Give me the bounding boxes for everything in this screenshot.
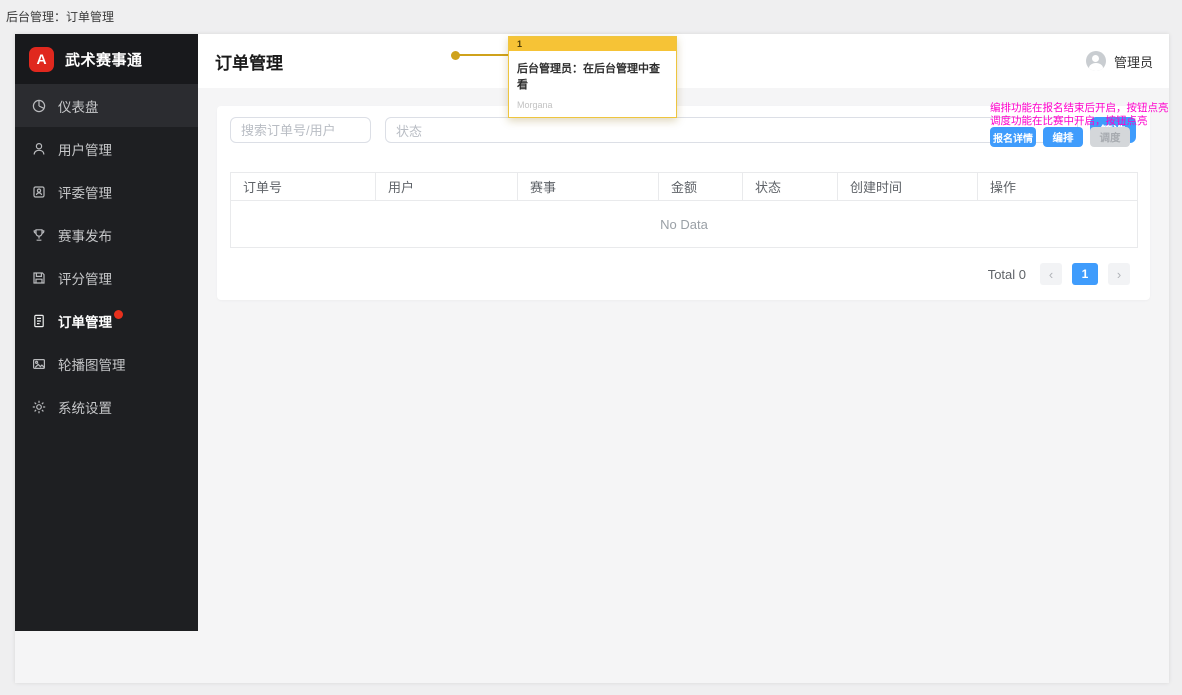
annotation-connector-line <box>459 54 508 56</box>
page-title: 订单管理 <box>215 49 283 74</box>
dashboard-icon <box>31 98 47 114</box>
sidebar-menu: 仪表盘 用户管理 评委管理 赛事发布 <box>15 84 198 428</box>
row-action-buttons: 报名详情 编排 调度 <box>990 127 1130 147</box>
annotation-text: 后台管理员：在后台管理中查看 <box>509 51 676 92</box>
column-header-actions: 操作 <box>978 173 1137 200</box>
pagination-page-1[interactable]: 1 <box>1072 263 1098 285</box>
sidebar-item-settings[interactable]: 系统设置 <box>15 385 198 428</box>
image-icon <box>31 356 47 372</box>
sidebar: A 武术赛事通 仪表盘 用户管理 评委管理 <box>15 34 198 631</box>
breadcrumb: 后台管理：订单管理 <box>6 8 114 25</box>
gear-icon <box>31 399 47 415</box>
dispatch-button[interactable]: 调度 <box>1090 127 1130 147</box>
column-header-user: 用户 <box>376 173 518 200</box>
column-header-order-no: 订单号 <box>231 173 376 200</box>
orders-card: 状态 筛选 订单号 用户 赛事 金额 状态 创建时间 操作 No Data 编排… <box>217 106 1150 300</box>
pagination: Total 0 ‹ 1 › <box>988 263 1130 285</box>
sidebar-item-judges[interactable]: 评委管理 <box>15 170 198 213</box>
pagination-total: Total 0 <box>988 267 1026 282</box>
annotation-note: 1 后台管理员：在后台管理中查看 Morgana <box>508 36 677 118</box>
order-document-icon <box>31 313 47 329</box>
logo-icon: A <box>29 47 54 72</box>
judge-badge-icon <box>31 184 47 200</box>
empty-state-text: No Data <box>231 217 1137 232</box>
action-note-line1: 编排功能在报名结束后开启，按钮点亮 <box>990 102 1150 115</box>
header-bar: 订单管理 管理员 <box>198 34 1169 88</box>
sidebar-item-label: 评委管理 <box>58 182 112 202</box>
sidebar-item-label: 用户管理 <box>58 139 112 159</box>
sidebar-item-label: 轮播图管理 <box>58 354 126 374</box>
save-icon <box>31 270 47 286</box>
sidebar-item-scores[interactable]: 评分管理 <box>15 256 198 299</box>
sidebar-item-users[interactable]: 用户管理 <box>15 127 198 170</box>
app-window: A 武术赛事通 仪表盘 用户管理 评委管理 <box>15 34 1169 683</box>
orders-table: 订单号 用户 赛事 金额 状态 创建时间 操作 No Data <box>230 172 1138 248</box>
notification-dot <box>114 310 123 319</box>
registration-detail-button[interactable]: 报名详情 <box>990 127 1036 147</box>
sidebar-item-label: 仪表盘 <box>58 96 99 116</box>
sidebar-item-orders[interactable]: 订单管理 <box>15 299 198 342</box>
annotation-author: Morgana <box>517 100 553 110</box>
sidebar-item-carousel[interactable]: 轮播图管理 <box>15 342 198 385</box>
arrange-button[interactable]: 编排 <box>1043 127 1083 147</box>
search-input[interactable] <box>230 117 371 143</box>
sidebar-item-label: 系统设置 <box>58 397 112 417</box>
pagination-next-button[interactable]: › <box>1108 263 1130 285</box>
status-select-placeholder: 状态 <box>396 121 422 140</box>
logo: A 武术赛事通 <box>15 34 198 84</box>
sidebar-item-label: 赛事发布 <box>58 225 112 245</box>
table-empty-row: No Data <box>231 201 1137 247</box>
user-icon <box>31 141 47 157</box>
action-note-line2: 调度功能在比赛中开启，按钮点亮 <box>990 115 1150 128</box>
status-select[interactable]: 状态 <box>385 117 1078 143</box>
sidebar-item-dashboard[interactable]: 仪表盘 <box>15 84 198 127</box>
logo-title: 武术赛事通 <box>65 49 143 70</box>
sidebar-item-label: 订单管理 <box>58 311 112 331</box>
column-header-status: 状态 <box>743 173 838 200</box>
user-menu[interactable]: 管理员 <box>1086 51 1153 71</box>
user-name: 管理员 <box>1114 52 1153 71</box>
table-header-row: 订单号 用户 赛事 金额 状态 创建时间 操作 <box>231 173 1137 201</box>
avatar-icon <box>1086 51 1106 71</box>
column-header-event: 赛事 <box>518 173 659 200</box>
column-header-created: 创建时间 <box>838 173 978 200</box>
trophy-icon <box>31 227 47 243</box>
pagination-prev-button[interactable]: ‹ <box>1040 263 1062 285</box>
annotation-index: 1 <box>509 37 676 51</box>
sidebar-item-label: 评分管理 <box>58 268 112 288</box>
action-annotation-note: 编排功能在报名结束后开启，按钮点亮 调度功能在比赛中开启，按钮点亮 <box>990 102 1150 127</box>
column-header-amount: 金额 <box>659 173 743 200</box>
sidebar-item-events[interactable]: 赛事发布 <box>15 213 198 256</box>
